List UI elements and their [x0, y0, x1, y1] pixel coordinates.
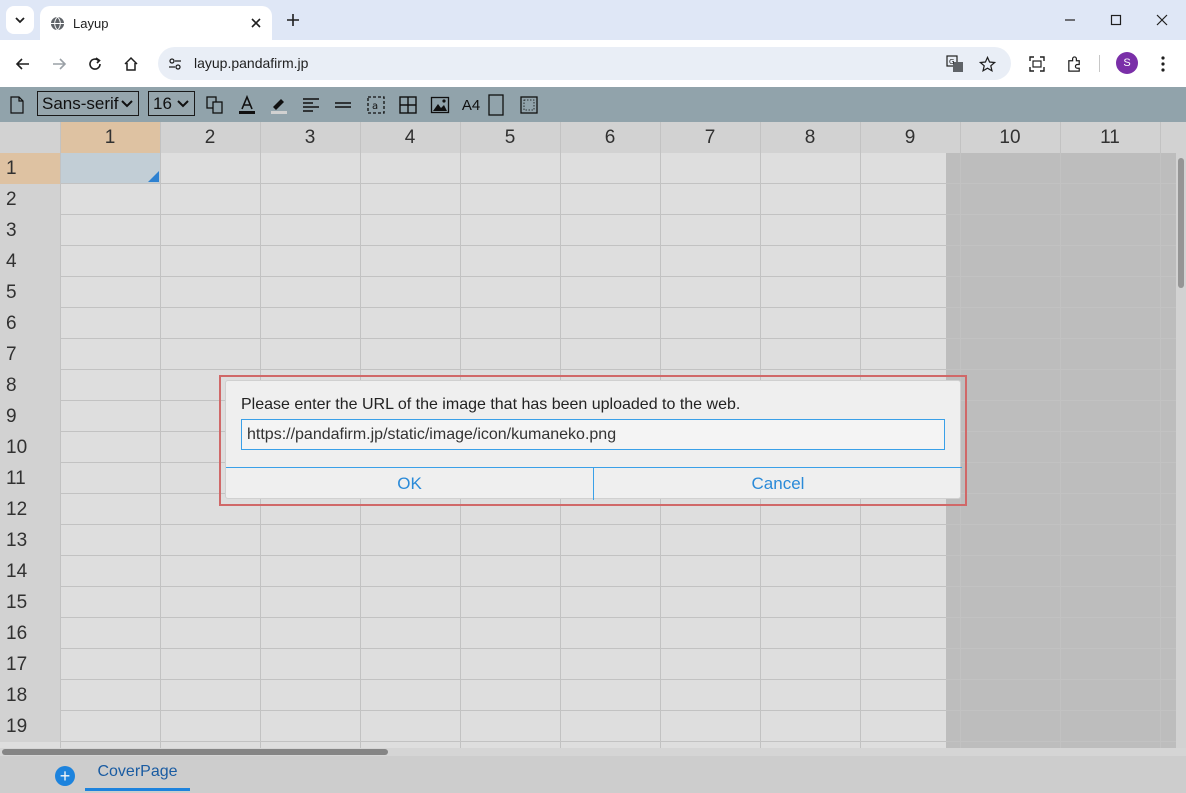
- screenshot-button[interactable]: [1026, 53, 1048, 75]
- cancel-button[interactable]: Cancel: [594, 468, 962, 500]
- reload-icon: [89, 57, 101, 70]
- maximize-icon: [1110, 14, 1122, 26]
- tab-title: Layup: [73, 15, 109, 31]
- svg-text:G: G: [949, 58, 954, 66]
- close-icon: [251, 18, 261, 28]
- back-button[interactable]: [12, 53, 34, 75]
- maximize-button[interactable]: [1106, 10, 1126, 30]
- menu-button[interactable]: [1152, 53, 1174, 75]
- chevron-down-icon: [15, 17, 25, 24]
- browser-toolbar: layup.pandafirm.jp G S: [0, 40, 1186, 87]
- extensions-button[interactable]: [1063, 53, 1085, 75]
- tune-icon: [169, 58, 181, 70]
- address-bar[interactable]: layup.pandafirm.jp G: [158, 47, 1011, 80]
- minimize-icon: [1065, 19, 1075, 21]
- arrow-right-icon: [53, 58, 67, 70]
- site-info-button[interactable]: [164, 53, 186, 75]
- minimize-button[interactable]: [1060, 10, 1080, 30]
- close-icon: [1156, 14, 1168, 26]
- translate-icon: G: [946, 55, 963, 72]
- forward-button[interactable]: [48, 53, 70, 75]
- more-vert-icon: [1161, 56, 1165, 72]
- globe-icon: [50, 16, 65, 30]
- plus-icon: [287, 14, 299, 26]
- ok-button[interactable]: OK: [226, 468, 593, 500]
- dialog-button-row: OK Cancel: [226, 467, 962, 500]
- screenshot-icon: [1029, 56, 1045, 72]
- arrow-left-icon: [15, 58, 29, 70]
- tab-close-button[interactable]: [248, 15, 264, 31]
- home-button[interactable]: [120, 53, 142, 75]
- browser-tab[interactable]: Layup: [40, 6, 272, 40]
- tab-search-button[interactable]: [6, 6, 34, 34]
- new-tab-button[interactable]: [283, 10, 303, 30]
- toolbar-separator: [1099, 55, 1100, 72]
- tab-bar: Layup: [0, 0, 1186, 40]
- image-url-dialog: Please enter the URL of the image that h…: [225, 380, 962, 500]
- home-icon: [124, 56, 138, 71]
- puzzle-icon: [1067, 55, 1080, 72]
- browser-window: Layup layup.pandafirm.jp G S Sans-serif …: [0, 0, 1186, 793]
- profile-avatar[interactable]: S: [1116, 52, 1138, 74]
- bookmark-button[interactable]: [976, 53, 998, 75]
- close-window-button[interactable]: [1152, 10, 1172, 30]
- star-icon: [978, 55, 996, 72]
- dialog-message: Please enter the URL of the image that h…: [241, 396, 741, 413]
- image-url-input[interactable]: [241, 419, 945, 450]
- reload-button[interactable]: [84, 53, 106, 75]
- url-text: layup.pandafirm.jp: [194, 55, 309, 71]
- translate-button[interactable]: G: [944, 53, 966, 75]
